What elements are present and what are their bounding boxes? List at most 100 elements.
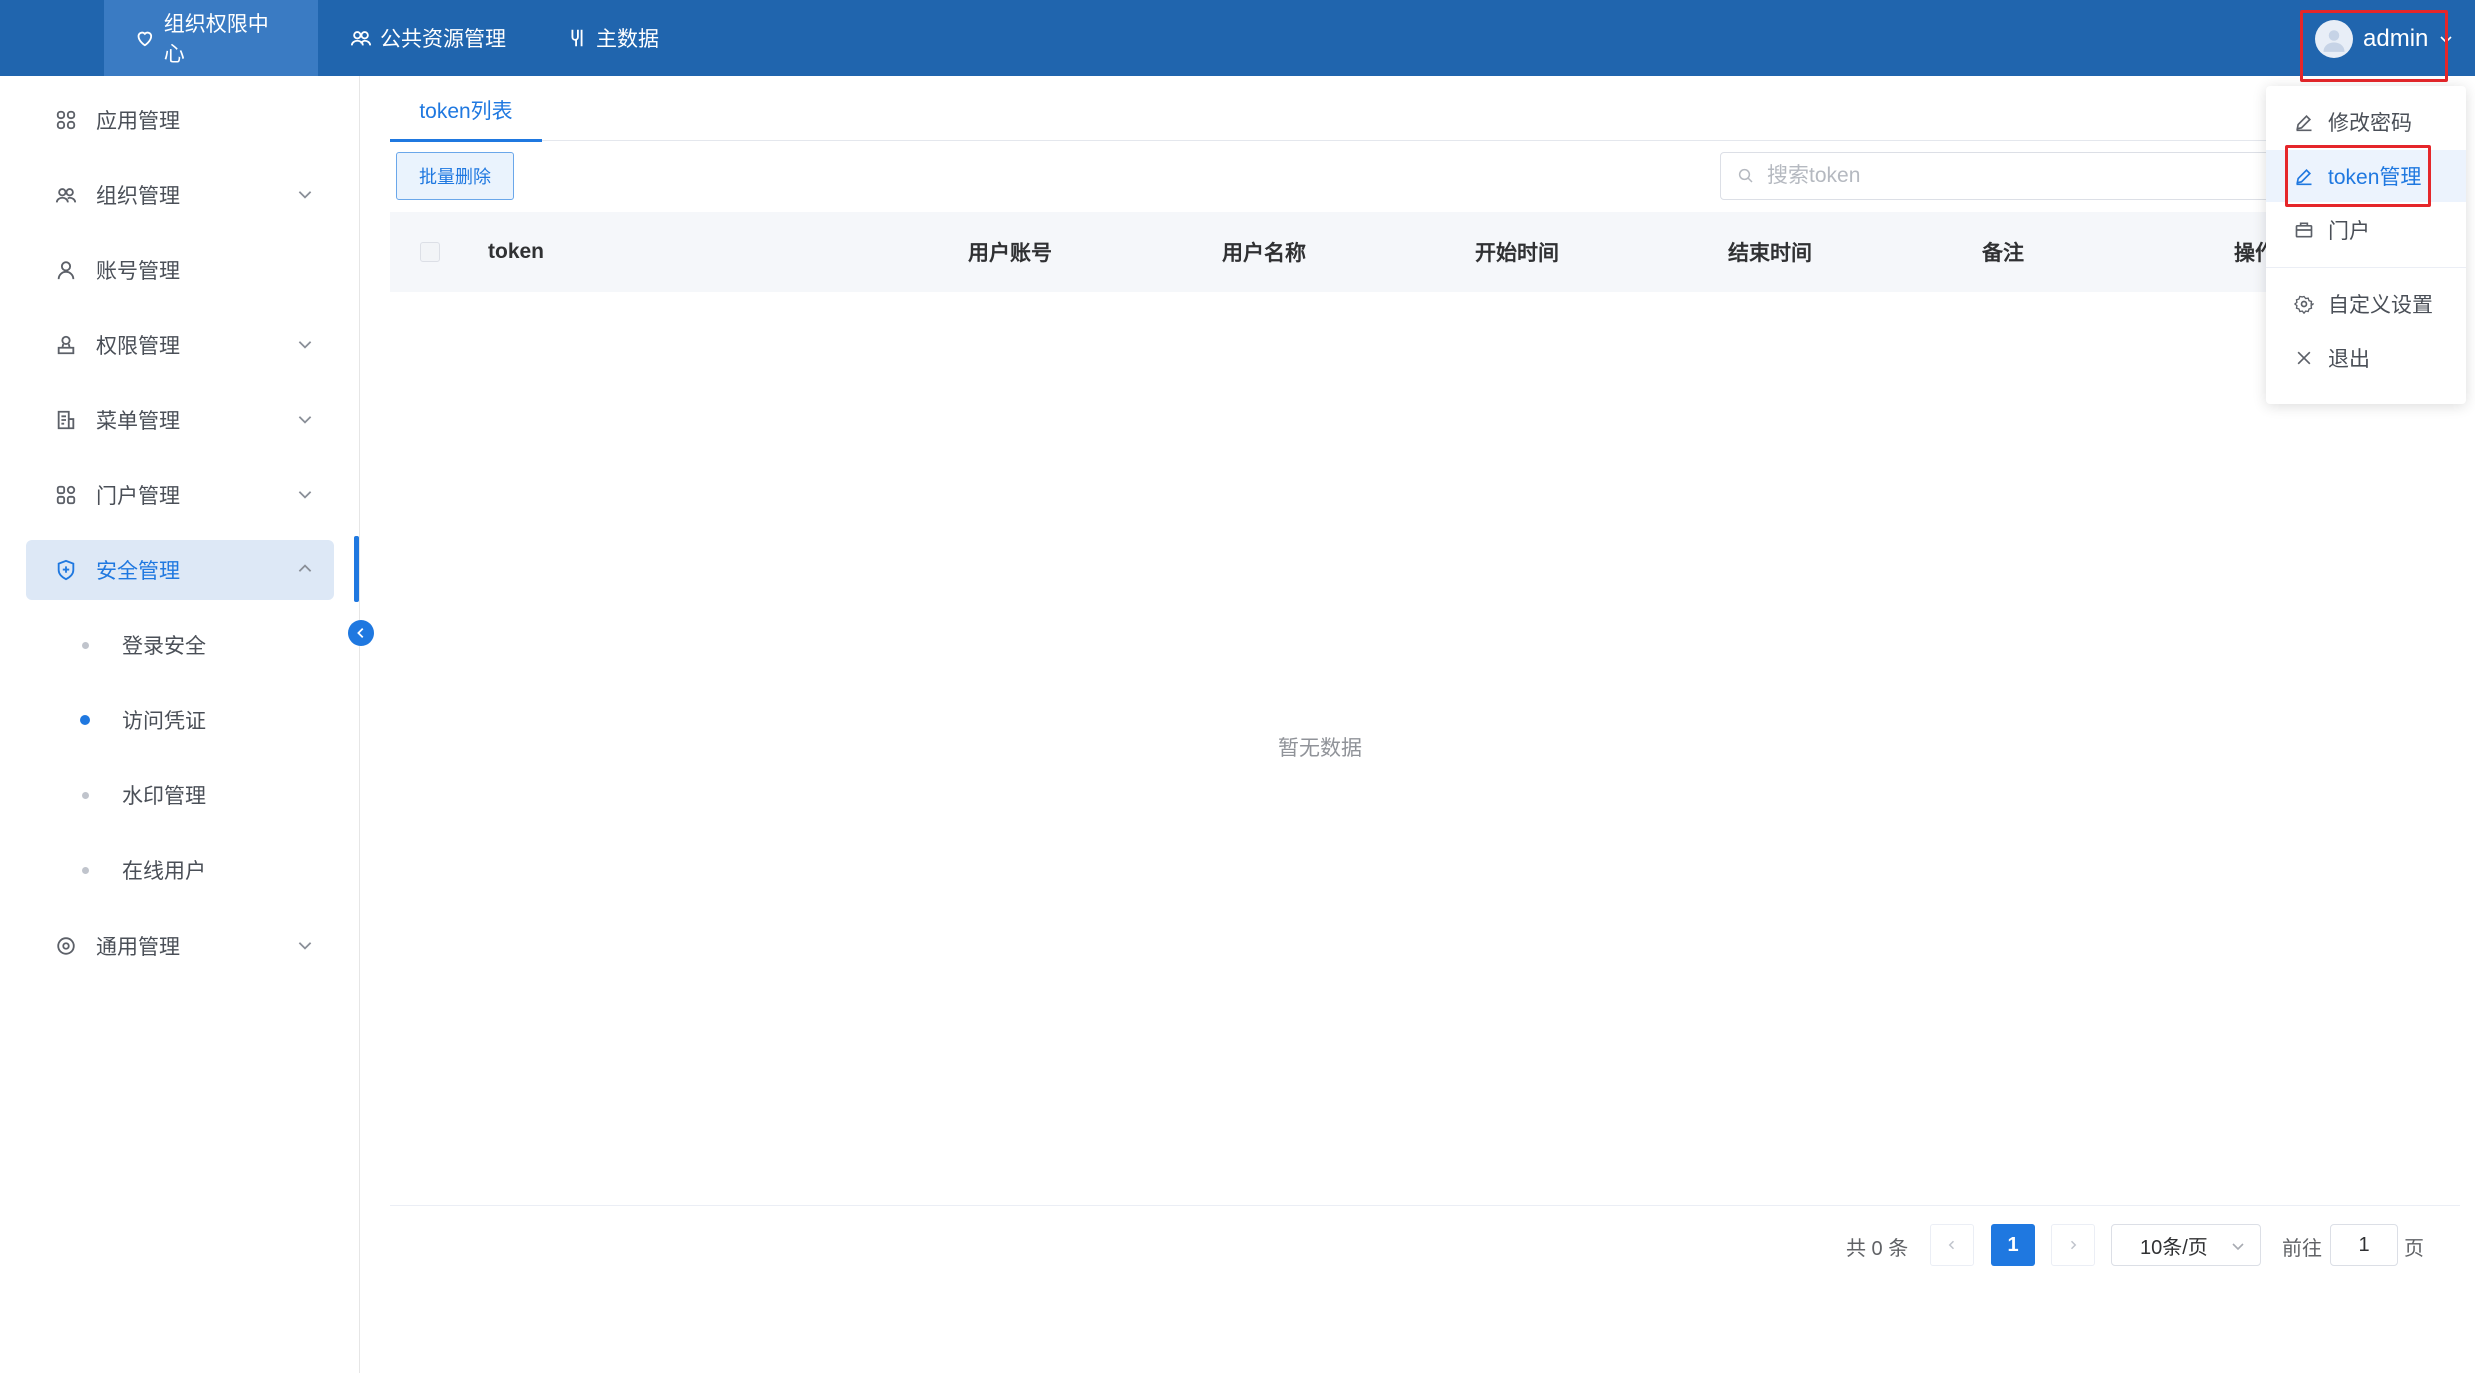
sidebar-subitem-label: 访问凭证: [122, 710, 206, 733]
sidebar-subitem-watermark[interactable]: 水印管理: [26, 767, 334, 823]
sidebar-item-menu-management[interactable]: 菜单管理: [26, 390, 334, 450]
sidebar-item-security-management[interactable]: 安全管理: [26, 540, 334, 600]
menu-item-label: 门户: [2328, 220, 2370, 243]
search-box[interactable]: [1720, 152, 2280, 200]
menu-item-change-password[interactable]: 修改密码: [2266, 96, 2466, 148]
heart-shield-icon: [137, 31, 153, 47]
user-highlight-box: [2300, 10, 2448, 82]
sidebar-item-label: 应用管理: [96, 110, 180, 133]
topnav-master-data[interactable]: 主数据: [536, 0, 689, 76]
sidebar: 应用管理 组织管理 账号管理 权限管理 菜单管理 门户管理 安全管理 登录安全 …: [0, 76, 360, 1373]
users-icon: [350, 31, 372, 46]
pagination-next-button[interactable]: [2051, 1224, 2095, 1266]
close-icon: [2297, 351, 2311, 365]
column-header-user-account: 用户账号: [968, 242, 1052, 265]
org-icon: [54, 183, 78, 207]
page-unit-label: 页: [2404, 1237, 2424, 1260]
settings-icon: [54, 934, 78, 958]
sidebar-item-label: 权限管理: [96, 335, 180, 358]
sidebar-item-org-management[interactable]: 组织管理: [26, 165, 334, 225]
sidebar-subitem-access-credential[interactable]: 访问凭证: [26, 692, 334, 748]
select-all-checkbox[interactable]: [420, 242, 440, 262]
edit-icon: [2296, 114, 2312, 132]
sidebar-active-indicator: [354, 536, 359, 602]
pagination-total: 共 0 条: [1846, 1237, 1909, 1260]
goto-label: 前往: [2282, 1237, 2322, 1260]
sidebar-item-permission-management[interactable]: 权限管理: [26, 315, 334, 375]
chevron-left-icon: [1948, 1240, 1955, 1250]
sidebar-subitem-online-users[interactable]: 在线用户: [26, 842, 334, 898]
topnav-public-resources[interactable]: 公共资源管理: [320, 0, 536, 76]
token-management-highlight-box: [2285, 145, 2431, 207]
batch-delete-button[interactable]: 批量删除: [396, 152, 514, 200]
bullet-dot: [80, 715, 90, 725]
chevron-down-icon: [298, 416, 312, 424]
sidebar-item-label: 组织管理: [96, 185, 180, 208]
goto-page-input[interactable]: [2330, 1224, 2398, 1266]
sidebar-item-portal-management[interactable]: 门户管理: [26, 465, 334, 525]
chevron-left-icon: [357, 628, 364, 638]
chevron-down-icon: [298, 491, 312, 499]
tabs-divider: [390, 140, 2450, 141]
menu-item-label: 自定义设置: [2328, 294, 2433, 317]
chevron-down-icon: [298, 191, 312, 199]
chevron-down-icon: [298, 341, 312, 349]
empty-state-text: 暂无数据: [1278, 737, 1362, 760]
pagination-page-1[interactable]: 1: [1991, 1224, 2035, 1266]
sidebar-subitem-login-security[interactable]: 登录安全: [26, 617, 334, 673]
chevron-down-icon: [298, 942, 312, 950]
sidebar-collapse-button[interactable]: [348, 620, 374, 646]
search-icon: [1738, 168, 1753, 183]
menu-item-logout[interactable]: 退出: [2266, 332, 2466, 384]
chevron-up-icon: [298, 564, 312, 572]
table-header: token 用户账号 用户名称 开始时间 结束时间 备注 操作: [390, 212, 2460, 292]
portal-icon: [54, 483, 78, 507]
topnav-label: 组织权限中心: [163, 13, 269, 66]
column-header-remark: 备注: [1982, 242, 2024, 265]
chevron-down-icon: [2232, 1243, 2244, 1251]
sidebar-subitem-label: 登录安全: [122, 635, 206, 658]
tab-token-list[interactable]: token列表: [390, 80, 542, 142]
sidebar-item-general-management[interactable]: 通用管理: [26, 916, 334, 976]
bullet-dot: [82, 792, 89, 799]
chevron-right-icon: [2070, 1240, 2077, 1250]
menu-item-portal[interactable]: 门户: [2266, 204, 2466, 256]
menu-item-label: 修改密码: [2328, 112, 2412, 135]
user-dropdown-menu: 修改密码 token管理 门户 自定义设置 退出: [2266, 86, 2466, 404]
sidebar-item-label: 菜单管理: [96, 410, 180, 433]
page-size-select[interactable]: 10条/页: [2111, 1224, 2261, 1266]
grid-icon: [54, 108, 78, 132]
sidebar-subitem-label: 水印管理: [122, 785, 206, 808]
sidebar-item-account-management[interactable]: 账号管理: [26, 240, 334, 300]
bullet-dot: [82, 867, 89, 874]
sidebar-item-label: 门户管理: [96, 485, 180, 508]
topnav-org-permission-center[interactable]: 组织权限中心: [104, 0, 318, 76]
sidebar-subitem-label: 在线用户: [122, 860, 206, 883]
sidebar-item-app-management[interactable]: 应用管理: [26, 90, 334, 150]
sidebar-item-label: 通用管理: [96, 936, 180, 959]
data-icon: [571, 29, 583, 47]
column-header-start-time: 开始时间: [1475, 242, 1559, 265]
permission-icon: [54, 333, 78, 357]
gear-icon: [2294, 295, 2314, 314]
shield-icon: [54, 558, 78, 582]
table-bottom-divider: [390, 1205, 2460, 1206]
topnav-label: 公共资源管理: [380, 28, 506, 51]
page-size-value: 10条/页: [2140, 1236, 2208, 1259]
search-input[interactable]: [1765, 163, 2245, 189]
topnav-label: 主数据: [596, 28, 659, 51]
column-header-user-name: 用户名称: [1222, 242, 1306, 265]
sidebar-item-label: 账号管理: [96, 260, 180, 283]
column-header-end-time: 结束时间: [1728, 242, 1812, 265]
menu-divider: [2266, 267, 2466, 268]
menu-icon: [54, 408, 78, 432]
sidebar-item-label: 安全管理: [96, 560, 180, 583]
user-icon: [54, 258, 78, 282]
bullet-dot: [82, 642, 89, 649]
column-header-token: token: [488, 240, 545, 263]
top-navbar: 组织权限中心 公共资源管理 主数据 admin: [0, 0, 2475, 76]
menu-item-label: 退出: [2328, 348, 2370, 371]
briefcase-icon: [2295, 222, 2313, 238]
menu-item-custom-settings[interactable]: 自定义设置: [2266, 278, 2466, 330]
pagination-prev-button[interactable]: [1930, 1224, 1974, 1266]
